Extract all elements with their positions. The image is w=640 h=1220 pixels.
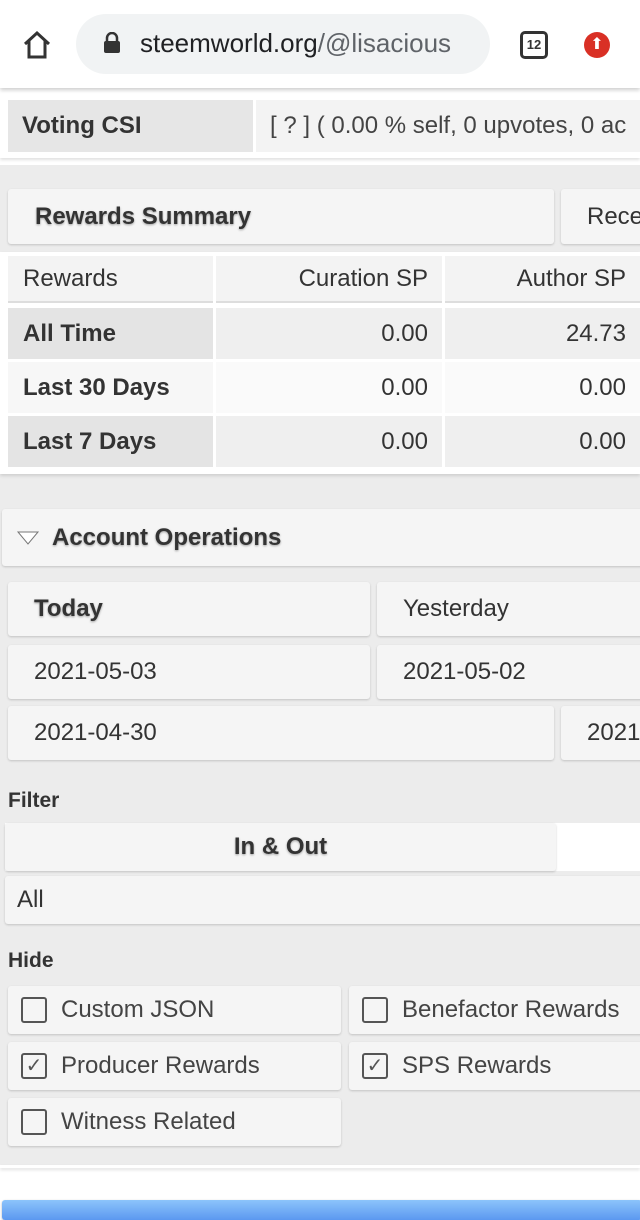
voting-csi-card: Voting CSI [ ? ] ( 0.00 % self, 0 upvote… [0, 92, 640, 158]
checkbox-label: Witness Related [61, 1108, 236, 1135]
day-button[interactable]: 2021-05-03 [8, 645, 370, 699]
table-header: Curation SP [216, 256, 442, 303]
url-text[interactable]: steemworld.org/@lisacious [140, 28, 451, 59]
upload-arrow-icon[interactable]: ⬆ [584, 32, 610, 58]
checkbox-witness-related[interactable]: Witness Related [8, 1098, 341, 1146]
checkbox-producer-rewards[interactable]: ✓ Producer Rewards [8, 1042, 341, 1090]
lock-icon [104, 32, 120, 53]
table-row-label: Last 30 Days [8, 362, 213, 413]
account-operations-header[interactable]: Account Operations [2, 509, 640, 566]
day-button[interactable]: 2021-05-02 [377, 645, 640, 699]
hide-label: Hide [8, 949, 54, 972]
checkbox-icon[interactable] [21, 997, 47, 1023]
section-shadow [0, 1165, 640, 1168]
url-path: /@lisacious [317, 28, 452, 58]
table-cell: 0.00 [216, 308, 442, 359]
filter-label: Filter [8, 789, 60, 812]
tab-count-button[interactable]: 12 [520, 31, 548, 59]
checkmark-icon[interactable]: ✓ [362, 1053, 388, 1079]
table-cell: 0.00 [216, 416, 442, 467]
checkbox-sps-rewards[interactable]: ✓ SPS Rewards [349, 1042, 640, 1090]
browser-toolbar: steemworld.org/@lisacious 12 ⬆ [0, 0, 640, 88]
url-domain: steemworld.org [140, 28, 318, 58]
voting-csi-label: Voting CSI [8, 100, 253, 152]
checkbox-label: Producer Rewards [61, 1052, 260, 1079]
filter-select[interactable]: All [5, 876, 640, 924]
checkbox-label: Benefactor Rewards [402, 996, 620, 1023]
triangle-down-icon [16, 531, 40, 545]
table-header: Rewards [8, 256, 213, 303]
tab-recent[interactable]: Rece [561, 189, 640, 244]
checkmark-icon[interactable]: ✓ [21, 1053, 47, 1079]
checkbox-icon[interactable] [362, 997, 388, 1023]
table-row-label: All Time [8, 308, 213, 359]
checkbox-custom-json[interactable]: Custom JSON [8, 986, 341, 1034]
checkbox-icon[interactable] [21, 1109, 47, 1135]
table-cell: 0.00 [445, 362, 640, 413]
table-row-label: Last 7 Days [8, 416, 213, 467]
table-cell: 24.73 [445, 308, 640, 359]
next-section-header[interactable] [2, 1200, 640, 1220]
filter-in-out-button[interactable]: In & Out [5, 823, 556, 871]
rewards-table: Rewards Curation SP Author SP All Time 0… [0, 252, 640, 474]
table-cell: 0.00 [445, 416, 640, 467]
day-button-today[interactable]: Today [8, 582, 370, 636]
tab-rewards-summary[interactable]: Rewards Summary [8, 189, 554, 244]
table-header: Author SP [445, 256, 640, 303]
account-operations-title: Account Operations [52, 523, 282, 551]
checkbox-label: Custom JSON [61, 996, 215, 1023]
table-cell: 0.00 [216, 362, 442, 413]
day-button[interactable]: 2021 [561, 706, 640, 760]
day-button[interactable]: 2021-04-30 [8, 706, 554, 760]
checkbox-label: SPS Rewards [402, 1052, 552, 1079]
day-button-yesterday[interactable]: Yesterday [377, 582, 640, 636]
voting-csi-value: [ ? ] ( 0.00 % self, 0 upvotes, 0 ac [256, 100, 640, 152]
checkbox-benefactor-rewards[interactable]: Benefactor Rewards [349, 986, 640, 1034]
home-icon[interactable] [22, 30, 52, 60]
